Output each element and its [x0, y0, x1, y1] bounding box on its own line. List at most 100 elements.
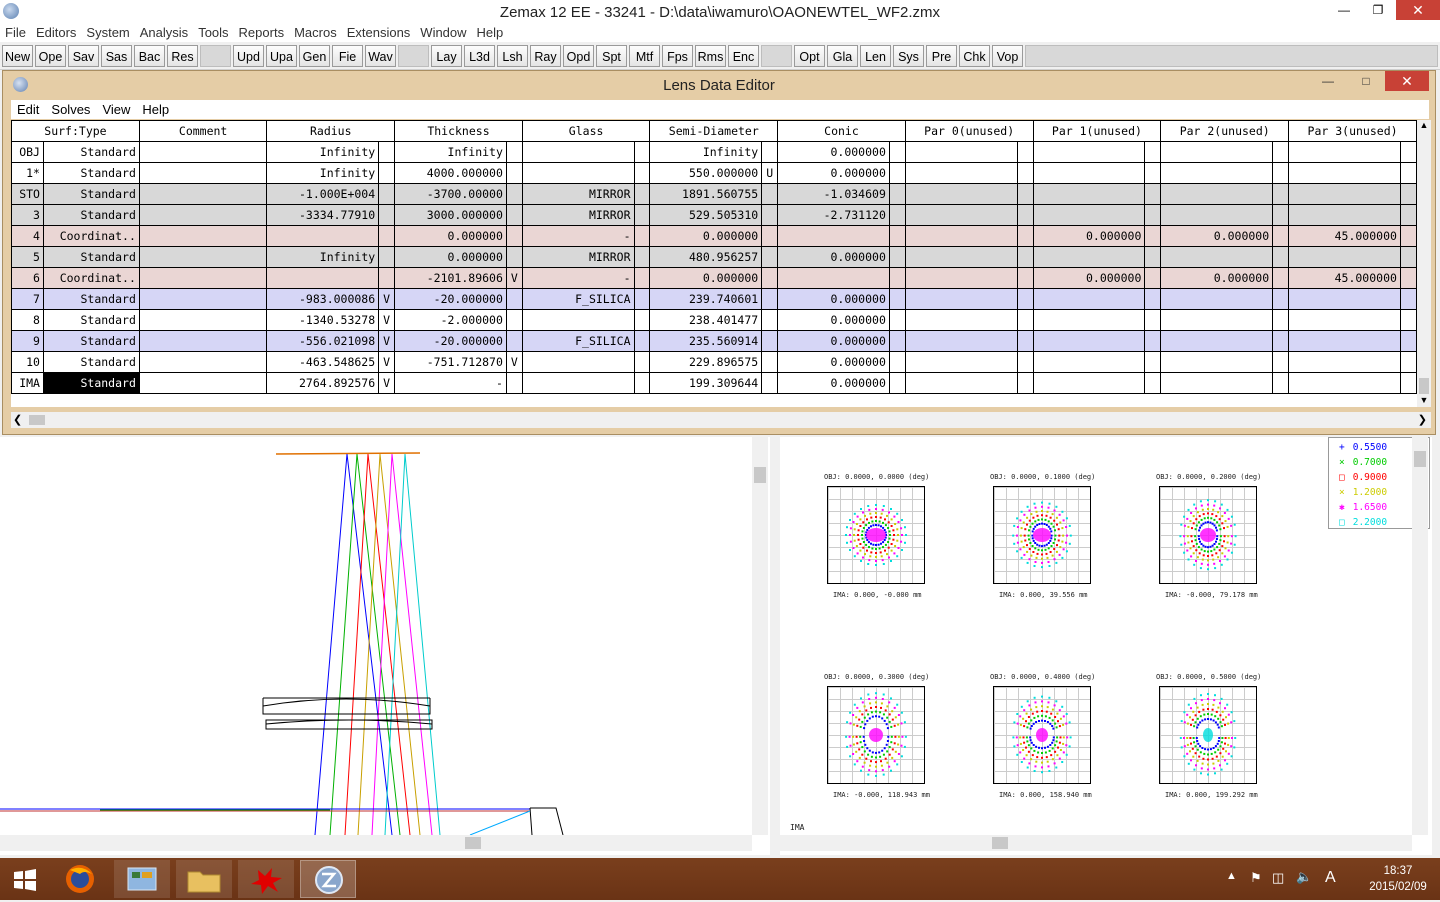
lde-cell-glass[interactable]	[521, 372, 635, 394]
lde-cell-radius[interactable]: Infinity	[266, 162, 380, 184]
lde-cell-semi-diameter[interactable]: 0.000000	[649, 225, 763, 247]
lde-cell-surface-type[interactable]: Standard	[42, 309, 140, 331]
lde-cell-surface-type[interactable]: Standard	[42, 141, 140, 163]
lde-row[interactable]: 9 Standard -556.021098 V -20.000000 F_SILICA 2…	[11, 330, 1417, 352]
lde-cell-semi-diameter-solve[interactable]	[761, 141, 779, 163]
scroll-thumb[interactable]	[1414, 451, 1426, 467]
lde-cell-semi-diameter[interactable]: 199.309644	[649, 372, 763, 394]
lde-cell-par3[interactable]	[1288, 309, 1401, 331]
lde-cell-semi-diameter-solve[interactable]: U	[761, 162, 779, 184]
lde-cell-semi-diameter-solve[interactable]	[761, 372, 779, 394]
lde-cell-conic[interactable]	[777, 225, 890, 247]
lde-cell-thickness[interactable]: -20.000000	[394, 330, 507, 352]
lde-cell-conic[interactable]: 0.000000	[777, 246, 890, 268]
lde-cell-conic-solve[interactable]	[888, 183, 906, 205]
toolbar-button-general[interactable]: Gen	[299, 45, 330, 67]
lde-cell-conic[interactable]	[777, 267, 890, 289]
menu-file[interactable]: File	[0, 24, 31, 42]
lde-menu-view[interactable]: View	[96, 100, 136, 119]
lde-cell-semi-diameter-solve[interactable]	[761, 225, 779, 247]
lde-cell-thickness[interactable]: 0.000000	[394, 225, 507, 247]
lde-cell-radius-solve[interactable]: V	[378, 288, 396, 310]
lde-cell-par2[interactable]	[1160, 246, 1274, 268]
lde-menu-help[interactable]: Help	[136, 100, 175, 119]
close-button[interactable]: ✕	[1396, 0, 1440, 20]
lde-cell-par3-solve[interactable]	[1399, 141, 1417, 163]
toolbar-button-spot[interactable]: Spt	[596, 45, 627, 67]
col-header-comment[interactable]: Comment	[138, 120, 268, 142]
toolbar-button-optimize[interactable]: Opt	[794, 45, 825, 67]
lde-cell-par1[interactable]	[1032, 162, 1146, 184]
lde-cell-par0[interactable]	[904, 246, 1018, 268]
lde-cell-conic[interactable]: 0.000000	[777, 309, 890, 331]
paint-app-taskbar-button[interactable]	[238, 860, 294, 898]
lde-cell-par1[interactable]	[1032, 183, 1146, 205]
lde-cell-par3-solve[interactable]	[1399, 162, 1417, 184]
lde-cell-par1[interactable]	[1032, 246, 1146, 268]
toolbar-button-mtf[interactable]: Mtf	[629, 45, 660, 67]
lde-cell-par1-solve[interactable]	[1144, 183, 1162, 205]
lde-cell-radius[interactable]: -1.000E+004	[266, 183, 380, 205]
lde-cell-par0-solve[interactable]	[1016, 183, 1034, 205]
lde-cell-par1[interactable]	[1032, 309, 1146, 331]
lde-cell-surface-type[interactable]: Coordinat..	[42, 225, 140, 247]
control-panel-taskbar-button[interactable]	[114, 860, 170, 898]
lde-cell-par2-solve[interactable]	[1272, 204, 1290, 226]
lde-cell-par3-solve[interactable]	[1399, 267, 1417, 289]
lde-cell-par1-solve[interactable]	[1144, 288, 1162, 310]
lde-cell-glass-solve[interactable]	[633, 330, 651, 352]
lde-row[interactable]: 3 Standard -3334.77910 3000.000000 MIRROR 529…	[11, 204, 1417, 226]
lde-cell-par1[interactable]	[1032, 141, 1146, 163]
lde-cell-semi-diameter[interactable]: 0.000000	[649, 267, 763, 289]
lde-cell-radius[interactable]: -983.000086	[266, 288, 380, 310]
lde-cell-par1[interactable]	[1032, 351, 1146, 373]
lde-cell-surface-number[interactable]: 10	[11, 351, 44, 373]
lde-cell-par1[interactable]	[1032, 372, 1146, 394]
lde-cell-conic[interactable]: 0.000000	[777, 372, 890, 394]
lde-cell-surface-type[interactable]: Standard	[42, 288, 140, 310]
lde-row[interactable]: 7 Standard -983.000086 V -20.000000 F_SILICA 2…	[11, 288, 1417, 310]
lde-cell-glass[interactable]: MIRROR	[521, 204, 635, 226]
lde-cell-par2[interactable]	[1160, 330, 1274, 352]
firefox-taskbar-button[interactable]	[52, 860, 108, 898]
menu-window[interactable]: Window	[415, 24, 471, 42]
lde-cell-par1[interactable]	[1032, 330, 1146, 352]
lde-cell-comment[interactable]	[138, 309, 268, 331]
toolbar-button-ray-fan[interactable]: Ray	[530, 45, 561, 67]
lde-cell-radius[interactable]: Infinity	[266, 141, 380, 163]
toolbar-button-lens[interactable]: Len	[860, 45, 891, 67]
lde-cell-par0-solve[interactable]	[1016, 246, 1034, 268]
lde-cell-glass-solve[interactable]	[633, 309, 651, 331]
lde-cell-thickness-solve[interactable]	[505, 225, 523, 247]
lde-cell-par1-solve[interactable]	[1144, 309, 1162, 331]
col-header-semi-diameter[interactable]: Semi-Diameter	[649, 120, 779, 142]
lde-cell-radius-solve[interactable]	[378, 141, 396, 163]
lde-cell-thickness-solve[interactable]	[505, 162, 523, 184]
lde-cell-par3-solve[interactable]	[1399, 183, 1417, 205]
lde-cell-par1-solve[interactable]	[1144, 246, 1162, 268]
lde-cell-par2-solve[interactable]	[1272, 246, 1290, 268]
lde-cell-glass-solve[interactable]	[633, 351, 651, 373]
lde-cell-semi-diameter-solve[interactable]	[761, 330, 779, 352]
lde-cell-par2-solve[interactable]	[1272, 183, 1290, 205]
lde-cell-par1-solve[interactable]	[1144, 141, 1162, 163]
scroll-thumb[interactable]	[29, 415, 45, 425]
lde-cell-glass-solve[interactable]	[633, 141, 651, 163]
lde-cell-semi-diameter[interactable]: 229.896575	[649, 351, 763, 373]
menu-extensions[interactable]: Extensions	[342, 24, 416, 42]
lde-cell-surface-number[interactable]: 9	[11, 330, 44, 352]
lde-menu-edit[interactable]: Edit	[11, 100, 45, 119]
lde-cell-par0[interactable]	[904, 330, 1018, 352]
lde-cell-semi-diameter[interactable]: 238.401477	[649, 309, 763, 331]
toolbar-button-restore[interactable]: Res	[167, 45, 198, 67]
toolbar-button-encircled[interactable]: Enc	[728, 45, 759, 67]
toolbar-button-prescription[interactable]: Pre	[926, 45, 957, 67]
lde-cell-semi-diameter[interactable]: 550.000000	[649, 162, 763, 184]
lde-cell-thickness[interactable]: Infinity	[394, 141, 507, 163]
lde-cell-glass[interactable]	[521, 162, 635, 184]
lde-cell-conic[interactable]: -1.034609	[777, 183, 890, 205]
lde-cell-par3-solve[interactable]	[1399, 372, 1417, 394]
lde-cell-par1[interactable]: 0.000000	[1032, 267, 1146, 289]
lde-cell-par2-solve[interactable]	[1272, 309, 1290, 331]
volume-icon[interactable]: 🔈	[1296, 869, 1312, 885]
